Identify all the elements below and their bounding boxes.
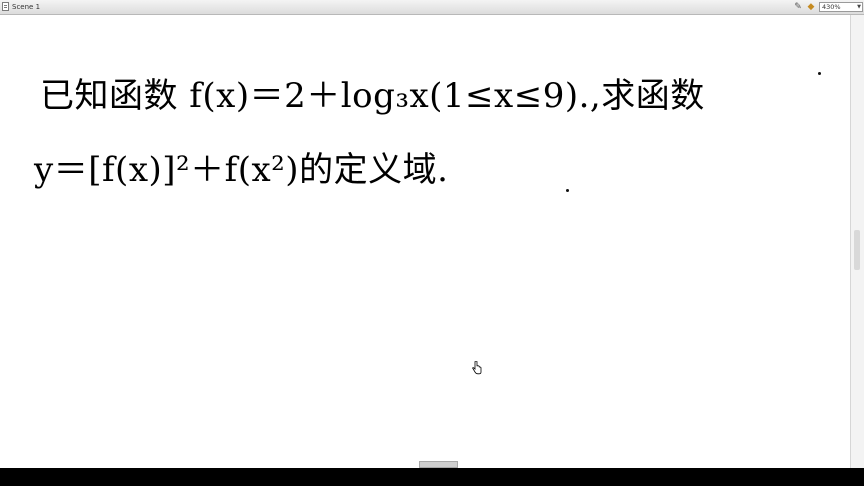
zoom-value: 430% <box>822 3 841 11</box>
stray-mark <box>818 72 821 75</box>
edit-scene-icon[interactable]: ✎ <box>793 2 803 12</box>
problem-line-1: 已知函数 f(x)＝2＋log₃x(1≤x≤9).,求函数 <box>40 76 705 116</box>
chevron-down-icon[interactable]: ▼ <box>857 3 861 11</box>
problem-line-2: y＝[f(x)]²＋f(x²)的定义域. <box>34 150 448 190</box>
scene-tab[interactable]: Scene 1 <box>12 2 40 12</box>
horizontal-scroll-thumb[interactable] <box>419 461 458 468</box>
problem-line-2-text: y＝[f(x)]²＋f(x²)的定义域 <box>34 150 438 190</box>
document-icon <box>2 2 9 11</box>
stray-mark <box>566 189 569 192</box>
vertical-scroll-thumb[interactable] <box>854 230 860 270</box>
scene-title-bar: Scene 1 ✎ ◆ 430% ▼ <box>0 0 864 15</box>
problem-line-2-period: . <box>437 150 449 190</box>
bottom-bar <box>0 468 864 486</box>
vertical-scrollbar[interactable] <box>850 15 864 468</box>
pointer-cursor-icon <box>472 361 482 375</box>
zoom-select[interactable]: 430% ▼ <box>819 2 863 12</box>
problem-line-1-dot: . <box>578 76 590 116</box>
problem-line-1-tail: ,求函数 <box>589 76 705 116</box>
problem-line-1-text: 已知函数 f(x)＝2＋log₃x(1≤x≤9) <box>40 76 579 116</box>
edit-symbol-icon[interactable]: ◆ <box>806 2 816 12</box>
